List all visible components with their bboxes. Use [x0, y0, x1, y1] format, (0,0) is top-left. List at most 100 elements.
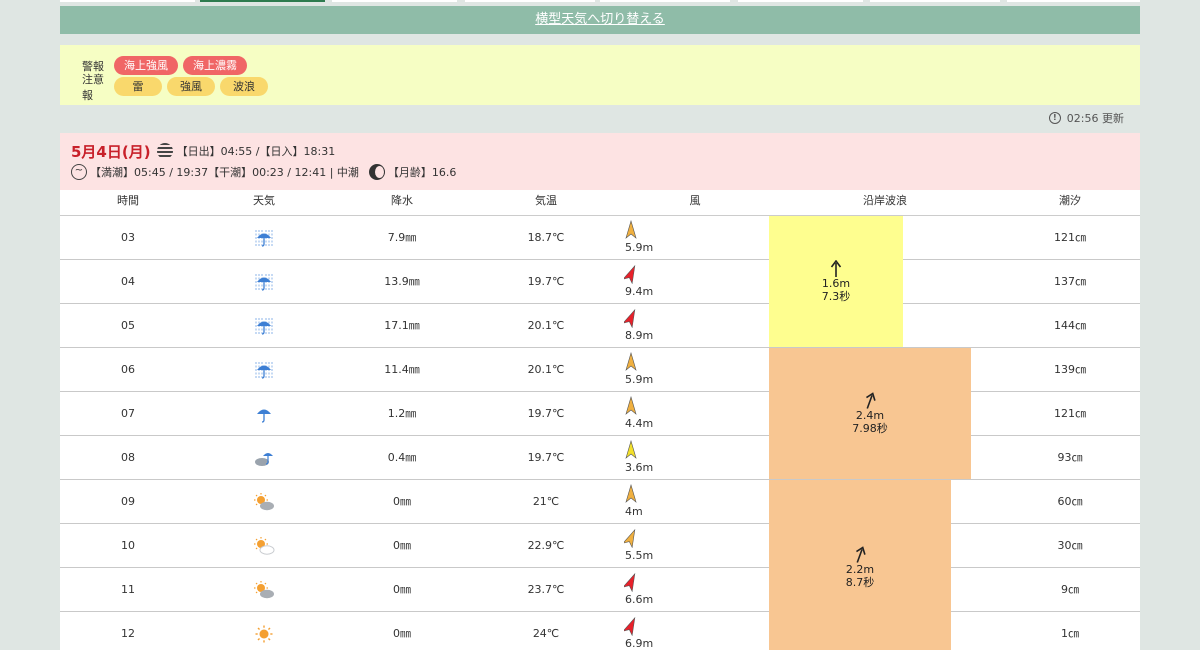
- table-header: 時間 天気 降水 気温 風 沿岸波浪 潮汐: [60, 190, 1140, 216]
- forecast-table: 時間 天気 降水 気温 風 沿岸波浪 潮汐 03 7.9㎜ 18.7℃ 5.9m 121…: [60, 190, 1140, 650]
- time-cell: 06: [121, 363, 135, 376]
- wave-direction-icon: [856, 545, 866, 563]
- temp-cell: 22.9℃: [527, 539, 565, 552]
- sunrise-icon: [156, 143, 173, 159]
- tide-cell: 137㎝: [1054, 275, 1086, 288]
- rain-cell: 7.9㎜: [387, 231, 417, 244]
- wind-speed: 6.9m: [625, 637, 654, 650]
- top-tab[interactable]: [870, 0, 1000, 2]
- rain-cell: 0㎜: [393, 539, 411, 552]
- col-header-rain: 降水: [391, 194, 413, 207]
- table-row: 03 7.9㎜ 18.7℃ 5.9m 121㎝: [60, 216, 1140, 260]
- col-header-weather: 天気: [253, 194, 275, 207]
- rain-icon: [253, 407, 275, 423]
- temp-cell: 23.7℃: [527, 583, 565, 596]
- rain-cell: 0㎜: [393, 583, 411, 596]
- table-row: 11 0㎜ 23.7℃ 6.6m 9㎝: [60, 568, 1140, 612]
- time-cell: 11: [121, 583, 135, 596]
- wind-cell: 5.5m: [624, 528, 684, 566]
- wind-cell: 6.6m: [624, 572, 684, 610]
- weather-cell: [196, 348, 332, 391]
- time-cell: 09: [121, 495, 135, 508]
- update-time: ! 02:56 更新: [1048, 110, 1124, 126]
- wind-cell: 9.4m: [624, 264, 684, 302]
- rain-cell: 0.4㎜: [387, 451, 417, 464]
- wave-block: 1.6m 7.3秒: [769, 216, 903, 347]
- wind-cell: 4m: [624, 484, 684, 522]
- rain-cell: 0㎜: [393, 627, 411, 640]
- wind-speed: 9.4m: [625, 285, 654, 298]
- sun-cloud-light-icon: [253, 537, 275, 555]
- heavy-rain-icon: [253, 318, 275, 335]
- day-header: 5月4日(月) 【日出】04:55 /【日入】18:31 ~ 【満潮】05:45…: [60, 133, 1140, 190]
- wave-period: 7.3秒: [821, 289, 851, 303]
- table-row: 09 0㎜ 21℃ 4m 60㎝: [60, 480, 1140, 524]
- temp-cell: 19.7℃: [527, 407, 565, 420]
- wind-speed: 5.9m: [625, 373, 654, 386]
- top-tab-active[interactable]: [200, 0, 325, 2]
- tide-cell: 9㎝: [1061, 583, 1079, 596]
- wind-speed: 6.6m: [625, 593, 654, 606]
- time-cell: 07: [121, 407, 135, 420]
- table-row: 07 1.2㎜ 19.7℃ 4.4m 121㎝: [60, 392, 1140, 436]
- wave-block: 2.4m 7.98秒: [769, 348, 971, 479]
- wave-height: 2.2m: [845, 562, 875, 576]
- sun-icon: [253, 625, 275, 643]
- advisory-badge[interactable]: 波浪: [220, 77, 268, 96]
- time-cell: 04: [121, 275, 135, 288]
- wind-cell: 5.9m: [624, 220, 684, 258]
- table-row: 08 0.4㎜ 19.7℃ 3.6m 93㎝: [60, 436, 1140, 480]
- wave-direction-icon: [866, 391, 876, 409]
- switch-horizontal-link[interactable]: 横型天気へ切り替える: [535, 12, 665, 27]
- wind-cell: 5.9m: [624, 352, 684, 390]
- advisory-badge[interactable]: 雷: [114, 77, 162, 96]
- rain-cell: 0㎜: [393, 495, 411, 508]
- info-icon: !: [1048, 112, 1061, 124]
- chuiho-row: 注意報 雷 強風 波浪: [82, 73, 1140, 102]
- warning-badge[interactable]: 海上濃霧: [183, 56, 247, 75]
- rain-cell: 13.9㎜: [384, 275, 420, 288]
- top-tab[interactable]: [600, 0, 730, 2]
- wind-cell: 8.9m: [624, 308, 684, 346]
- top-tab[interactable]: [60, 0, 195, 2]
- wave-direction-icon: [830, 259, 842, 277]
- wind-cell: 4.4m: [624, 396, 684, 434]
- moon-age: 【月齢】16.6: [387, 166, 457, 179]
- heavy-rain-icon: [253, 362, 275, 379]
- tide-cell: 144㎝: [1054, 319, 1086, 332]
- col-header-time: 時間: [117, 194, 139, 207]
- time-cell: 10: [121, 539, 135, 552]
- weather-cell: [196, 480, 332, 523]
- heavy-rain-icon: [253, 230, 275, 247]
- day-title: 5月4日(月): [71, 142, 151, 161]
- wind-cell: 3.6m: [624, 440, 684, 478]
- top-tab[interactable]: [1007, 0, 1140, 2]
- table-row: 04 13.9㎜ 19.7℃ 9.4m 137㎝: [60, 260, 1140, 304]
- tide-cell: 1㎝: [1061, 627, 1079, 640]
- sun-cloud-icon: [253, 581, 275, 599]
- moon-icon: [368, 164, 385, 180]
- col-header-wind: 風: [689, 194, 701, 207]
- tide-cell: 121㎝: [1054, 231, 1086, 244]
- tide-times: 【満潮】05:45 / 19:37【干潮】00:23 / 12:41 | 中潮: [90, 166, 359, 179]
- wind-speed: 3.6m: [625, 461, 654, 474]
- temp-cell: 19.7℃: [527, 451, 565, 464]
- top-tab[interactable]: [738, 0, 863, 2]
- keiho-row: 警報 海上強風 海上濃霧: [82, 55, 1140, 76]
- weather-cell: [196, 568, 332, 611]
- top-tab[interactable]: [332, 0, 457, 2]
- advisory-badge[interactable]: 強風: [167, 77, 215, 96]
- warning-badge[interactable]: 海上強風: [114, 56, 178, 75]
- wind-speed: 5.9m: [625, 241, 654, 254]
- tide-cell: 139㎝: [1054, 363, 1086, 376]
- tide-cell: 30㎝: [1057, 539, 1083, 552]
- warnings-panel: 警報 海上強風 海上濃霧 注意報 雷 強風 波浪: [60, 45, 1140, 105]
- wave-height: 2.4m: [855, 408, 885, 422]
- top-tab[interactable]: [465, 0, 595, 2]
- wind-speed: 5.5m: [625, 549, 654, 562]
- tide-cell: 121㎝: [1054, 407, 1086, 420]
- rain-cell: 11.4㎜: [384, 363, 420, 376]
- col-header-wave: 沿岸波浪: [863, 194, 907, 207]
- weather-cell: [196, 612, 332, 650]
- time-cell: 08: [121, 451, 135, 464]
